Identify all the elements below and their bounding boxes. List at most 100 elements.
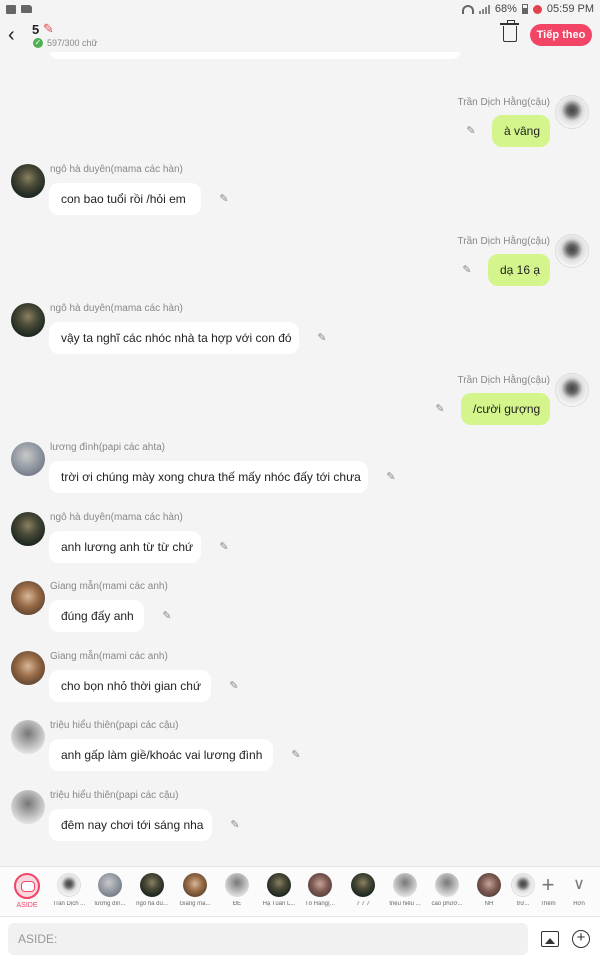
message-bubble[interactable]: đêm nay chơi tới sáng nha (49, 809, 212, 841)
chat-message: Trần Dịch Hằng(cậu) à vâng ✎ (0, 95, 600, 167)
trash-icon[interactable] (500, 20, 519, 42)
character-name: lương đìn... (94, 901, 126, 907)
clock-time: 05:59 PM (546, 3, 594, 15)
signal-icon (478, 4, 490, 14)
edit-message-icon[interactable]: ✎ (460, 263, 474, 277)
edit-message-icon[interactable]: ✎ (315, 331, 329, 345)
edit-message-icon[interactable]: ✎ (217, 540, 231, 554)
sender-name: Giang mẫn(mami các anh) (50, 581, 168, 592)
sender-name: Trần Dịch Hằng(cậu) (457, 236, 550, 247)
edit-message-icon[interactable]: ✎ (228, 818, 242, 832)
message-bubble[interactable]: con bao tuổi rồi /hỏi em (49, 183, 201, 215)
message-bubble[interactable]: /cười gượng (461, 393, 550, 425)
aside-icon (14, 873, 40, 899)
character-avatar (308, 873, 332, 897)
character-chip[interactable]: Giang mẫ... (178, 873, 212, 907)
word-counter: 597/300 chữ (47, 38, 98, 48)
character-name: Giang mẫ... (179, 901, 211, 907)
character-name: NH (484, 901, 494, 907)
character-chip[interactable]: triệu hiểu ... (388, 873, 422, 907)
character-chip[interactable]: NH (472, 873, 506, 907)
avatar[interactable] (11, 581, 45, 615)
next-button[interactable]: Tiếp theo (530, 24, 592, 46)
character-name: ĐE (232, 901, 242, 907)
battery-icon (521, 4, 528, 14)
sender-name: ngô hà duyên(mama các hàn) (50, 303, 183, 314)
character-chip[interactable]: ĐE (220, 873, 254, 907)
character-name: Tô Hàng(... (304, 901, 335, 907)
message-bubble[interactable]: đúng đấy anh (49, 600, 144, 632)
avatar[interactable] (11, 164, 45, 198)
character-chip[interactable]: Hạ Tuấn L... (262, 873, 296, 907)
character-avatar (393, 873, 417, 897)
add-circle-icon[interactable]: + (572, 930, 590, 948)
aside-label: ASIDE (16, 902, 38, 909)
chat-message: lương đình(papi các ahta) trời ơi chúng m… (0, 442, 600, 514)
chat-message: Trần Dịch Hằng(cậu) /cười gượng ✎ (0, 373, 600, 445)
chat-message: Trần Dịch Hằng(cậu) dạ 16 ạ ✎ (0, 234, 600, 306)
character-avatar (511, 873, 535, 897)
edit-message-icon[interactable]: ✎ (227, 679, 241, 693)
message-bubble[interactable]: cho bọn nhỏ thời gian chứ (49, 670, 211, 702)
sender-name: triệu hiểu thiên(papi các cậu) (50, 720, 179, 731)
sender-name: Giang mẫn(mami các anh) (50, 651, 168, 662)
character-avatar (183, 873, 207, 897)
folder-notification-icon (21, 5, 32, 13)
avatar[interactable] (11, 303, 45, 337)
character-chip[interactable]: ngô hà du... (135, 873, 169, 907)
sender-name: Trần Dịch Hằng(cậu) (457, 375, 550, 386)
avatar[interactable] (11, 512, 45, 546)
avatar[interactable] (555, 373, 589, 407)
message-bubble[interactable]: vậy ta nghĩ các nhóc nhà ta hợp với con … (49, 322, 299, 354)
wifi-icon (461, 4, 474, 14)
edit-message-icon[interactable]: ✎ (217, 192, 231, 206)
avatar[interactable] (11, 442, 45, 476)
character-name: ngô hà du... (136, 901, 168, 907)
chat-message: triệu hiểu thiên(papi các cậu) đêm nay ch… (0, 790, 600, 862)
avatar[interactable] (11, 720, 45, 754)
edit-message-icon[interactable]: ✎ (433, 402, 447, 416)
character-strip[interactable]: ASIDE + Thêm ∨ Hơn Trần Dịch ... lương đì… (0, 866, 600, 916)
character-avatar (225, 873, 249, 897)
character-chip[interactable]: cao phươ... (430, 873, 464, 907)
message-input[interactable]: ASIDE: (8, 923, 528, 955)
chat-message: triệu hiểu thiên(papi các cậu) anh gấp là… (0, 720, 600, 792)
avatar[interactable] (11, 651, 45, 685)
edit-message-icon[interactable]: ✎ (464, 124, 478, 138)
message-bubble[interactable]: anh lương anh từ từ chứ (49, 531, 201, 563)
character-name: cao phươ... (431, 901, 463, 907)
more-button[interactable]: ∨ Hơn (562, 873, 596, 907)
image-icon[interactable] (541, 931, 559, 947)
image-notification-icon (6, 4, 16, 14)
character-chip[interactable]: 7 7 7 (346, 873, 380, 907)
character-avatar (351, 873, 375, 897)
character-name: 7 7 7 (356, 901, 370, 907)
edit-title-icon[interactable]: ✎ (43, 21, 54, 37)
avatar[interactable] (555, 234, 589, 268)
chevron-down-icon: ∨ (573, 876, 585, 893)
more-label: Hơn (573, 901, 585, 907)
avatar[interactable] (11, 790, 45, 824)
back-icon[interactable]: ‹ (8, 24, 26, 46)
edit-message-icon[interactable]: ✎ (289, 748, 303, 762)
message-bubble[interactable]: trời ơi chúng mày xong chưa thế mấy nhóc… (49, 461, 368, 493)
message-bubble[interactable]: à vâng (492, 115, 550, 147)
character-chip[interactable]: lương đìn... (93, 873, 127, 907)
aside-tab[interactable]: ASIDE (10, 873, 44, 909)
sender-name: ngô hà duyên(mama các hàn) (50, 164, 183, 175)
character-name: Trần Dịch ... (52, 901, 86, 907)
message-bubble[interactable]: dạ 16 ạ (488, 254, 550, 286)
input-bar: ASIDE: + (0, 916, 600, 960)
avatar[interactable] (555, 95, 589, 129)
edit-message-icon[interactable]: ✎ (384, 470, 398, 484)
status-bar: 68% 05:59 PM (0, 0, 600, 18)
character-chip[interactable]: Tô Hàng(... (303, 873, 337, 907)
alarm-icon (532, 4, 542, 14)
character-avatar (267, 873, 291, 897)
character-chip[interactable]: trư... (506, 873, 540, 907)
character-chip[interactable]: Trần Dịch ... (52, 873, 86, 907)
message-bubble[interactable]: anh gấp làm giề/khoác vai lương đình (49, 739, 273, 771)
sender-name: ngô hà duyên(mama các hàn) (50, 512, 183, 523)
chat-area[interactable]: chút nữa vài tên nhóc nhà ta sẽ đến các … (0, 18, 600, 866)
edit-message-icon[interactable]: ✎ (160, 609, 174, 623)
